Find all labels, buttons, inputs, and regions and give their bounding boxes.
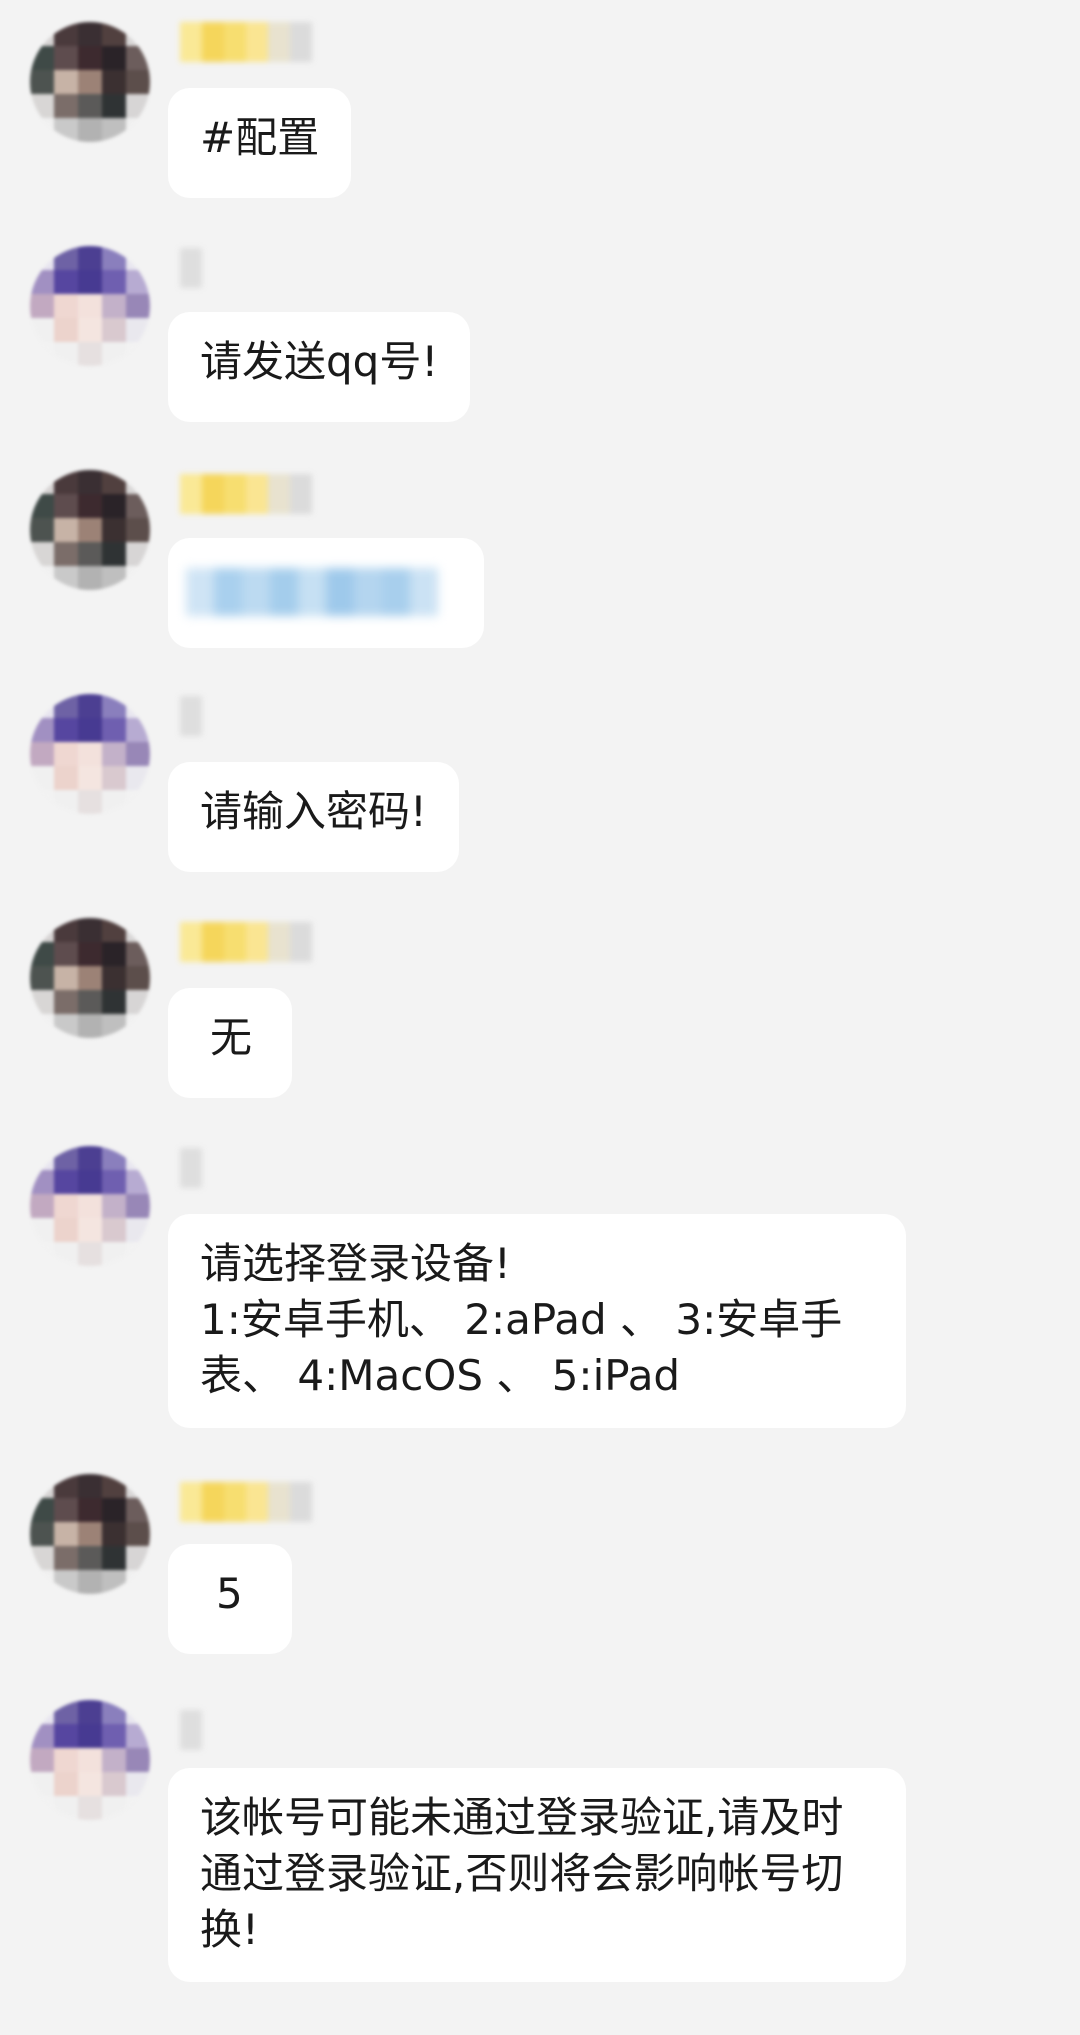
avatar[interactable] <box>30 246 150 366</box>
blurred-qq-number-mask <box>186 568 438 616</box>
sender-nickname <box>180 1148 202 1188</box>
sender-nickname <box>180 922 312 962</box>
message-bubble: 请输入密码! <box>168 762 459 872</box>
message-bubble: #配置 <box>168 88 352 198</box>
sender-nickname <box>180 696 202 736</box>
message-bubble: 请发送qq号! <box>168 312 471 422</box>
avatar[interactable] <box>30 1700 150 1820</box>
avatar[interactable] <box>30 470 150 590</box>
message-bubble: 无 <box>168 988 292 1098</box>
avatar[interactable] <box>30 1146 150 1266</box>
message-bubble: 5 <box>168 1544 292 1654</box>
avatar[interactable] <box>30 1474 150 1594</box>
avatar[interactable] <box>30 918 150 1038</box>
sender-nickname <box>180 1482 312 1522</box>
avatar[interactable] <box>30 22 150 142</box>
sender-nickname <box>180 248 202 288</box>
blurred-qq-number <box>200 616 452 664</box>
message-bubble: 该帐号可能未通过登录验证,请及时通过登录验证,否则将会影响帐号切换! <box>168 1768 906 1982</box>
sender-nickname <box>180 22 312 62</box>
sender-nickname <box>180 1710 202 1750</box>
avatar[interactable] <box>30 694 150 814</box>
message-bubble: 请选择登录设备! 1:安卓手机、 2:aPad 、 3:安卓手表、 4:MacO… <box>168 1214 906 1428</box>
sender-nickname <box>180 474 312 514</box>
